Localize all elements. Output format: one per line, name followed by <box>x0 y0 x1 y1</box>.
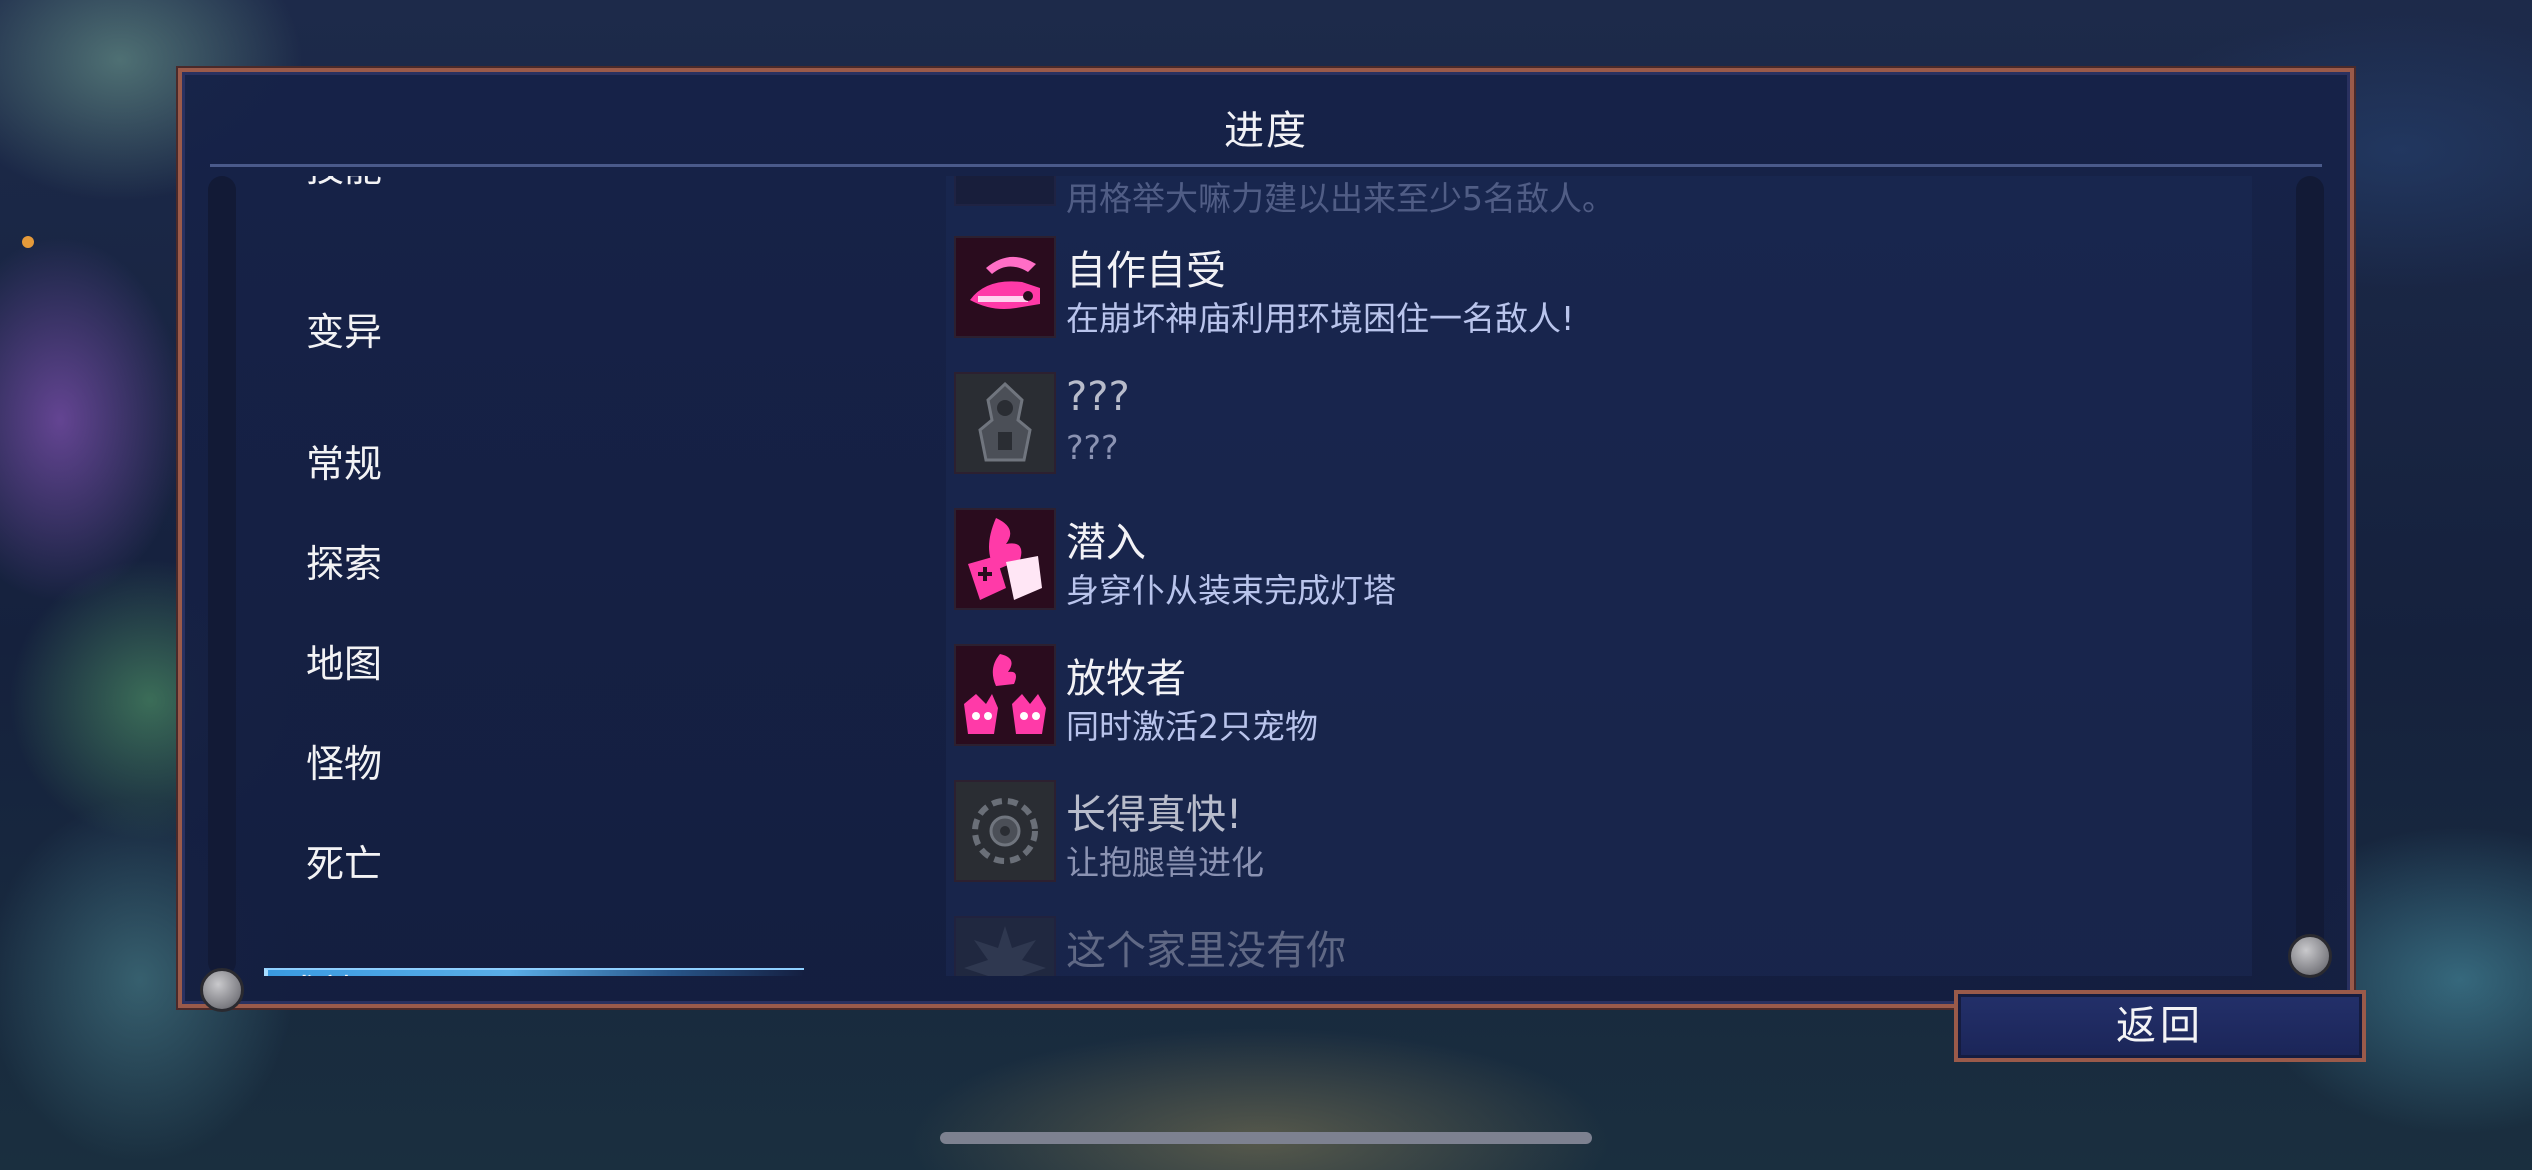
category-item-deaths[interactable]: 死亡 <box>264 840 804 888</box>
category-scroll-knob[interactable] <box>200 968 244 1012</box>
achievement-name: 潜入 <box>1066 520 1146 566</box>
achievement-name: 这个家里没有你 <box>1066 928 1346 974</box>
title-divider <box>210 164 2322 167</box>
category-label: 技能 <box>306 176 382 190</box>
achievement-icon <box>954 176 1056 206</box>
category-item-monsters[interactable]: 怪物 <box>264 740 804 788</box>
achievement-name: 自作自受 <box>1066 248 1226 294</box>
category-item-skills[interactable]: 技能 <box>264 176 804 192</box>
achievement-name: 放牧者 <box>1066 656 1186 702</box>
achievement-scroll-knob[interactable] <box>2288 934 2332 978</box>
achievement-scrollbar[interactable] <box>2296 176 2324 976</box>
achievement-desc: 同时激活2只宠物 <box>1066 707 1318 746</box>
category-label: 探索 <box>306 542 383 586</box>
achievement-item[interactable]: 放牧者 同时激活2只宠物 <box>946 644 2246 754</box>
category-item-map[interactable]: 地图 <box>264 640 804 688</box>
progress-panel: 进度 技能 变异 常规 探索 地图 怪物 死亡 成就 用格举大嘛力建以出来至少5… <box>178 68 2354 1012</box>
achievement-desc: 用格举大嘛力建以出来至少5名敌人。 <box>1066 179 1615 218</box>
hidden-achievement-icon <box>954 372 1056 474</box>
serpent-blade-icon <box>954 236 1056 338</box>
eye-gear-icon <box>954 780 1056 882</box>
category-scrollbar[interactable] <box>208 176 236 976</box>
home-indicator[interactable] <box>940 1132 1592 1144</box>
achievement-item[interactable]: 用格举大嘛力建以出来至少5名敌人。 <box>946 176 2246 218</box>
category-label: 变异 <box>306 310 383 354</box>
category-item-achievements[interactable]: 成就 <box>264 968 804 976</box>
category-item-mutations[interactable]: 变异 <box>264 308 804 356</box>
page-title: 进度 <box>1224 108 1308 154</box>
achievement-item[interactable]: 长得真快! 让抱腿兽进化 <box>946 780 2246 890</box>
category-item-exploration[interactable]: 探索 <box>264 540 804 588</box>
category-label: 常规 <box>306 442 383 486</box>
achievement-desc: 在崩坏神庙利用环境困住一名敌人! <box>1066 299 1575 338</box>
category-list: 技能 变异 常规 探索 地图 怪物 死亡 成就 <box>264 176 864 976</box>
achievement-list: 用格举大嘛力建以出来至少5名敌人。 自作自受 在崩坏神庙利用环境困住一名敌人! <box>946 176 2252 976</box>
achievement-item[interactable]: 自作自受 在崩坏神庙利用环境困住一名敌人! <box>946 236 2246 346</box>
achievement-desc: ??? <box>1066 428 1119 467</box>
category-item-general[interactable]: 常规 <box>264 440 804 488</box>
achievement-desc: 让抱腿兽进化 <box>1066 843 1264 882</box>
achievement-item[interactable]: 这个家里没有你 <box>946 916 2246 976</box>
pets-icon <box>954 644 1056 746</box>
flame-shield-icon <box>954 508 1056 610</box>
spiky-icon <box>954 916 1056 976</box>
category-label: 死亡 <box>306 842 383 886</box>
background-ornament <box>22 236 34 248</box>
category-label: 怪物 <box>306 742 383 786</box>
achievement-item[interactable]: ??? ??? <box>946 372 2246 482</box>
achievement-name: 长得真快! <box>1066 792 1243 838</box>
back-button[interactable]: 返回 <box>1954 990 2366 1062</box>
achievement-name: ??? <box>1066 374 1130 420</box>
category-label: 地图 <box>306 642 383 686</box>
category-label: 成就 <box>282 972 358 976</box>
achievement-item[interactable]: 潜入 身穿仆从装束完成灯塔 <box>946 508 2246 618</box>
achievement-desc: 身穿仆从装束完成灯塔 <box>1066 571 1396 610</box>
